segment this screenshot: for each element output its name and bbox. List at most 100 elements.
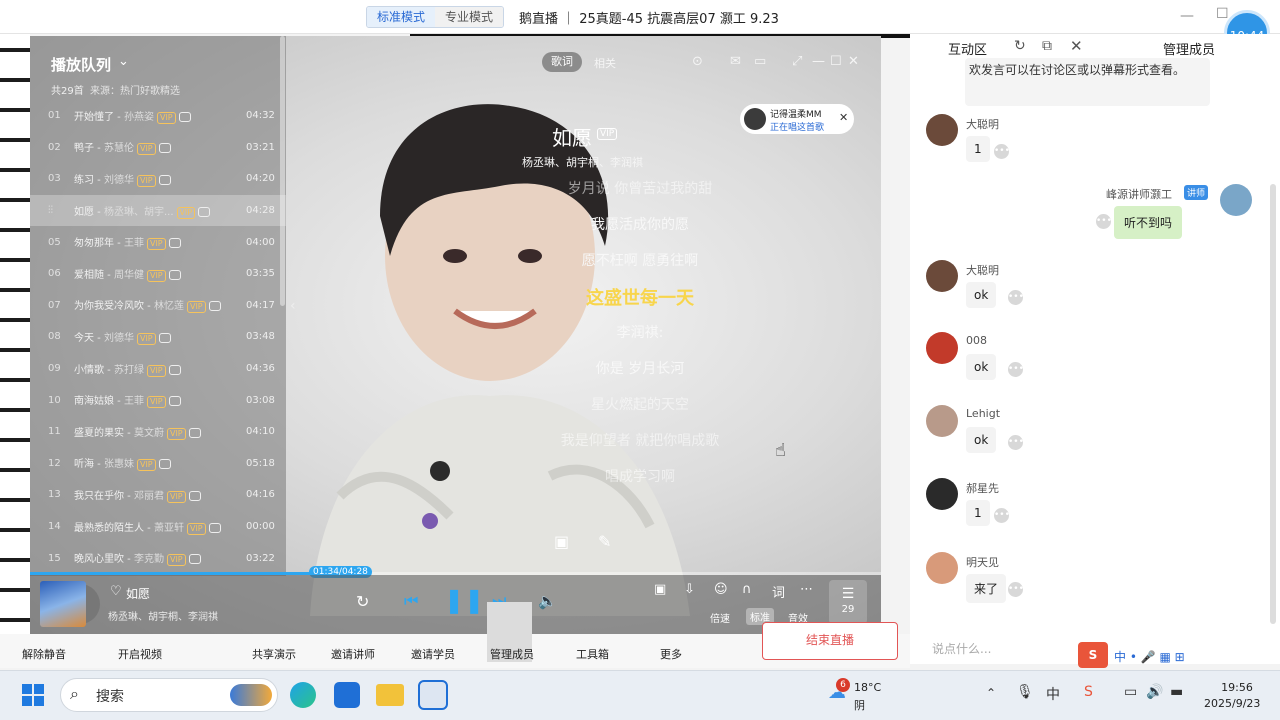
mv-icon[interactable] [158, 332, 171, 343]
close-icon[interactable]: ✕ [1070, 37, 1083, 55]
song-row[interactable]: 14 最熟悉的陌生人 - 萧亚轩 VIP 00:00 [30, 511, 286, 543]
ime-logo-icon[interactable]: S [1078, 642, 1108, 668]
chevron-up-icon[interactable]: ⌃ [986, 686, 996, 700]
start-video-button[interactable]: 开启视频 [118, 646, 162, 662]
toolbox-button[interactable]: 工具箱 [576, 646, 609, 662]
mv-icon[interactable] [208, 301, 221, 312]
lyrics-icon[interactable]: 词 [772, 582, 785, 601]
song-row[interactable]: ⫶⫶ 如愿 - 杨丞琳、胡宇... VIP 04:28 [30, 194, 286, 227]
tab-lyrics[interactable]: 歌词 [542, 52, 582, 72]
mv-icon[interactable] [188, 490, 201, 501]
mv-icon[interactable]: ▣ [554, 532, 569, 551]
close-icon[interactable]: ✕ [848, 54, 859, 69]
chat-input[interactable]: 说点什么... [932, 640, 991, 657]
mv-icon[interactable] [178, 111, 191, 122]
song-row[interactable]: 15 晚风心里吹 - 李克勤 VIP 03:22 [30, 542, 286, 574]
share-button[interactable]: 共享演示 [252, 646, 296, 662]
minimize-icon[interactable]: — [1180, 8, 1194, 24]
unmute-button[interactable]: 解除静音 [22, 646, 66, 662]
mv-icon[interactable] [158, 459, 171, 470]
mv-icon[interactable] [198, 206, 211, 217]
volume-icon[interactable]: 🔊 [1146, 684, 1163, 700]
song-row[interactable]: 12 听海 - 张惠妹 VIP 05:18 [30, 448, 286, 480]
mv-icon[interactable] [168, 364, 181, 375]
mail-icon[interactable]: ✉ [730, 54, 741, 69]
chevron-down-icon[interactable]: ⌄ [118, 54, 129, 69]
more-icon[interactable]: ••• [1008, 582, 1024, 597]
sogou-icon[interactable]: S [1084, 684, 1093, 700]
mv-icon[interactable] [188, 554, 201, 565]
close-icon[interactable]: ✕ [839, 111, 848, 124]
file-explorer-icon[interactable] [376, 684, 404, 706]
song-row[interactable]: 02 鸭子 - 苏慧伦 VIP 03:21 [30, 132, 286, 164]
live-app-icon[interactable] [418, 680, 448, 710]
avatar[interactable] [1220, 184, 1252, 216]
heart-icon[interactable]: ♡ [110, 584, 122, 599]
search-highlight-icon[interactable] [230, 684, 272, 706]
maximize-icon[interactable]: ☐ [830, 54, 842, 69]
volume-icon[interactable]: 🔈 [538, 592, 557, 610]
chat-scrollbar[interactable] [1270, 184, 1276, 624]
more-button[interactable]: 更多 [660, 646, 682, 662]
manage-members-button[interactable]: 管理成员 [490, 646, 534, 662]
mv-icon[interactable] [208, 522, 221, 533]
previous-icon[interactable]: ⏮ [404, 591, 418, 611]
pause-icon[interactable]: ❚❚ [444, 586, 484, 614]
avatar[interactable] [926, 478, 958, 510]
queue-button[interactable]: ☰ 29 [829, 580, 867, 624]
repeat-icon[interactable]: ↻ [356, 592, 369, 611]
song-row[interactable]: 10 南海姑娘 - 王菲 VIP 03:08 [30, 384, 286, 416]
avatar[interactable] [926, 114, 958, 146]
song-row[interactable]: 09 小情歌 - 苏打绿 VIP 04:36 [30, 353, 286, 385]
headphone-icon[interactable]: ∩ [742, 582, 752, 597]
network-icon[interactable]: ▭ [1124, 684, 1137, 700]
song-row[interactable]: 07 为你我受冷风吹 - 林忆莲 VIP 04:17 [30, 290, 286, 322]
mode-standard-tab[interactable]: 标准模式 [367, 7, 436, 27]
speed-button[interactable]: 倍速 [710, 610, 730, 625]
song-row[interactable]: 08 今天 - 刘德华 VIP 03:48 [30, 321, 286, 353]
system-date[interactable]: 2025/9/23 [1204, 697, 1260, 710]
avatar[interactable] [926, 332, 958, 364]
mv-icon[interactable] [168, 238, 181, 249]
song-row[interactable]: 01 开始懂了 - 孙燕姿 VIP 04:32 [30, 100, 286, 132]
download-icon[interactable]: ⇩ [684, 582, 695, 597]
popout-icon[interactable]: ⧉ [1042, 38, 1052, 54]
avatar[interactable] [926, 552, 958, 584]
manage-members-tab[interactable]: 管理成员 [1163, 39, 1215, 58]
microphone-icon[interactable]: 🎙 [1016, 684, 1034, 700]
app-icon[interactable] [334, 682, 360, 708]
end-live-button[interactable]: 结束直播 [762, 622, 898, 660]
battery-icon[interactable]: ▬ [1170, 684, 1183, 700]
more-icon[interactable]: ••• [1096, 214, 1112, 229]
ime-toolbar[interactable]: 中 • 🎤 ▦ ⊞ [1114, 648, 1185, 665]
song-row[interactable]: 11 盛夏的果实 - 莫文蔚 VIP 04:10 [30, 416, 286, 448]
more-icon[interactable]: ⋯ [800, 582, 813, 597]
mv-icon[interactable] [158, 174, 171, 185]
tab-related[interactable]: 相关 [594, 55, 616, 71]
more-icon[interactable]: ••• [1008, 435, 1024, 450]
ime-icon[interactable]: 中 [1046, 684, 1060, 704]
invite-teacher-button[interactable]: 邀请讲师 [331, 646, 375, 662]
more-icon[interactable]: ••• [1008, 290, 1024, 305]
comment-icon[interactable]: ☺ [714, 582, 728, 597]
mv-icon[interactable] [168, 396, 181, 407]
microphone-icon[interactable]: ✎ [598, 532, 611, 551]
sing-notice[interactable]: 记得温柔MM 正在唱这首歌 ✕ [740, 104, 854, 134]
system-time[interactable]: 19:56 [1214, 681, 1260, 694]
avatar[interactable] [926, 405, 958, 437]
settings-icon[interactable]: ⊙ [692, 54, 703, 69]
tv-icon[interactable]: ▣ [654, 582, 666, 597]
song-row[interactable]: 03 练习 - 刘德华 VIP 04:20 [30, 163, 286, 195]
fullscreen-icon[interactable]: ⤢ [792, 54, 802, 69]
mv-icon[interactable] [188, 427, 201, 438]
windows-start-icon[interactable] [22, 684, 44, 706]
avatar[interactable] [926, 260, 958, 292]
minimize-icon[interactable]: — [812, 54, 825, 69]
song-row[interactable]: 05 匆匆那年 - 王菲 VIP 04:00 [30, 226, 286, 258]
collapse-queue-icon[interactable]: ‹ [290, 298, 296, 314]
invite-student-button[interactable]: 邀请学员 [411, 646, 455, 662]
more-icon[interactable]: ••• [994, 144, 1010, 159]
refresh-icon[interactable]: ↻ [1014, 38, 1026, 54]
more-icon[interactable]: ••• [994, 508, 1010, 523]
more-icon[interactable]: ••• [1008, 362, 1024, 377]
